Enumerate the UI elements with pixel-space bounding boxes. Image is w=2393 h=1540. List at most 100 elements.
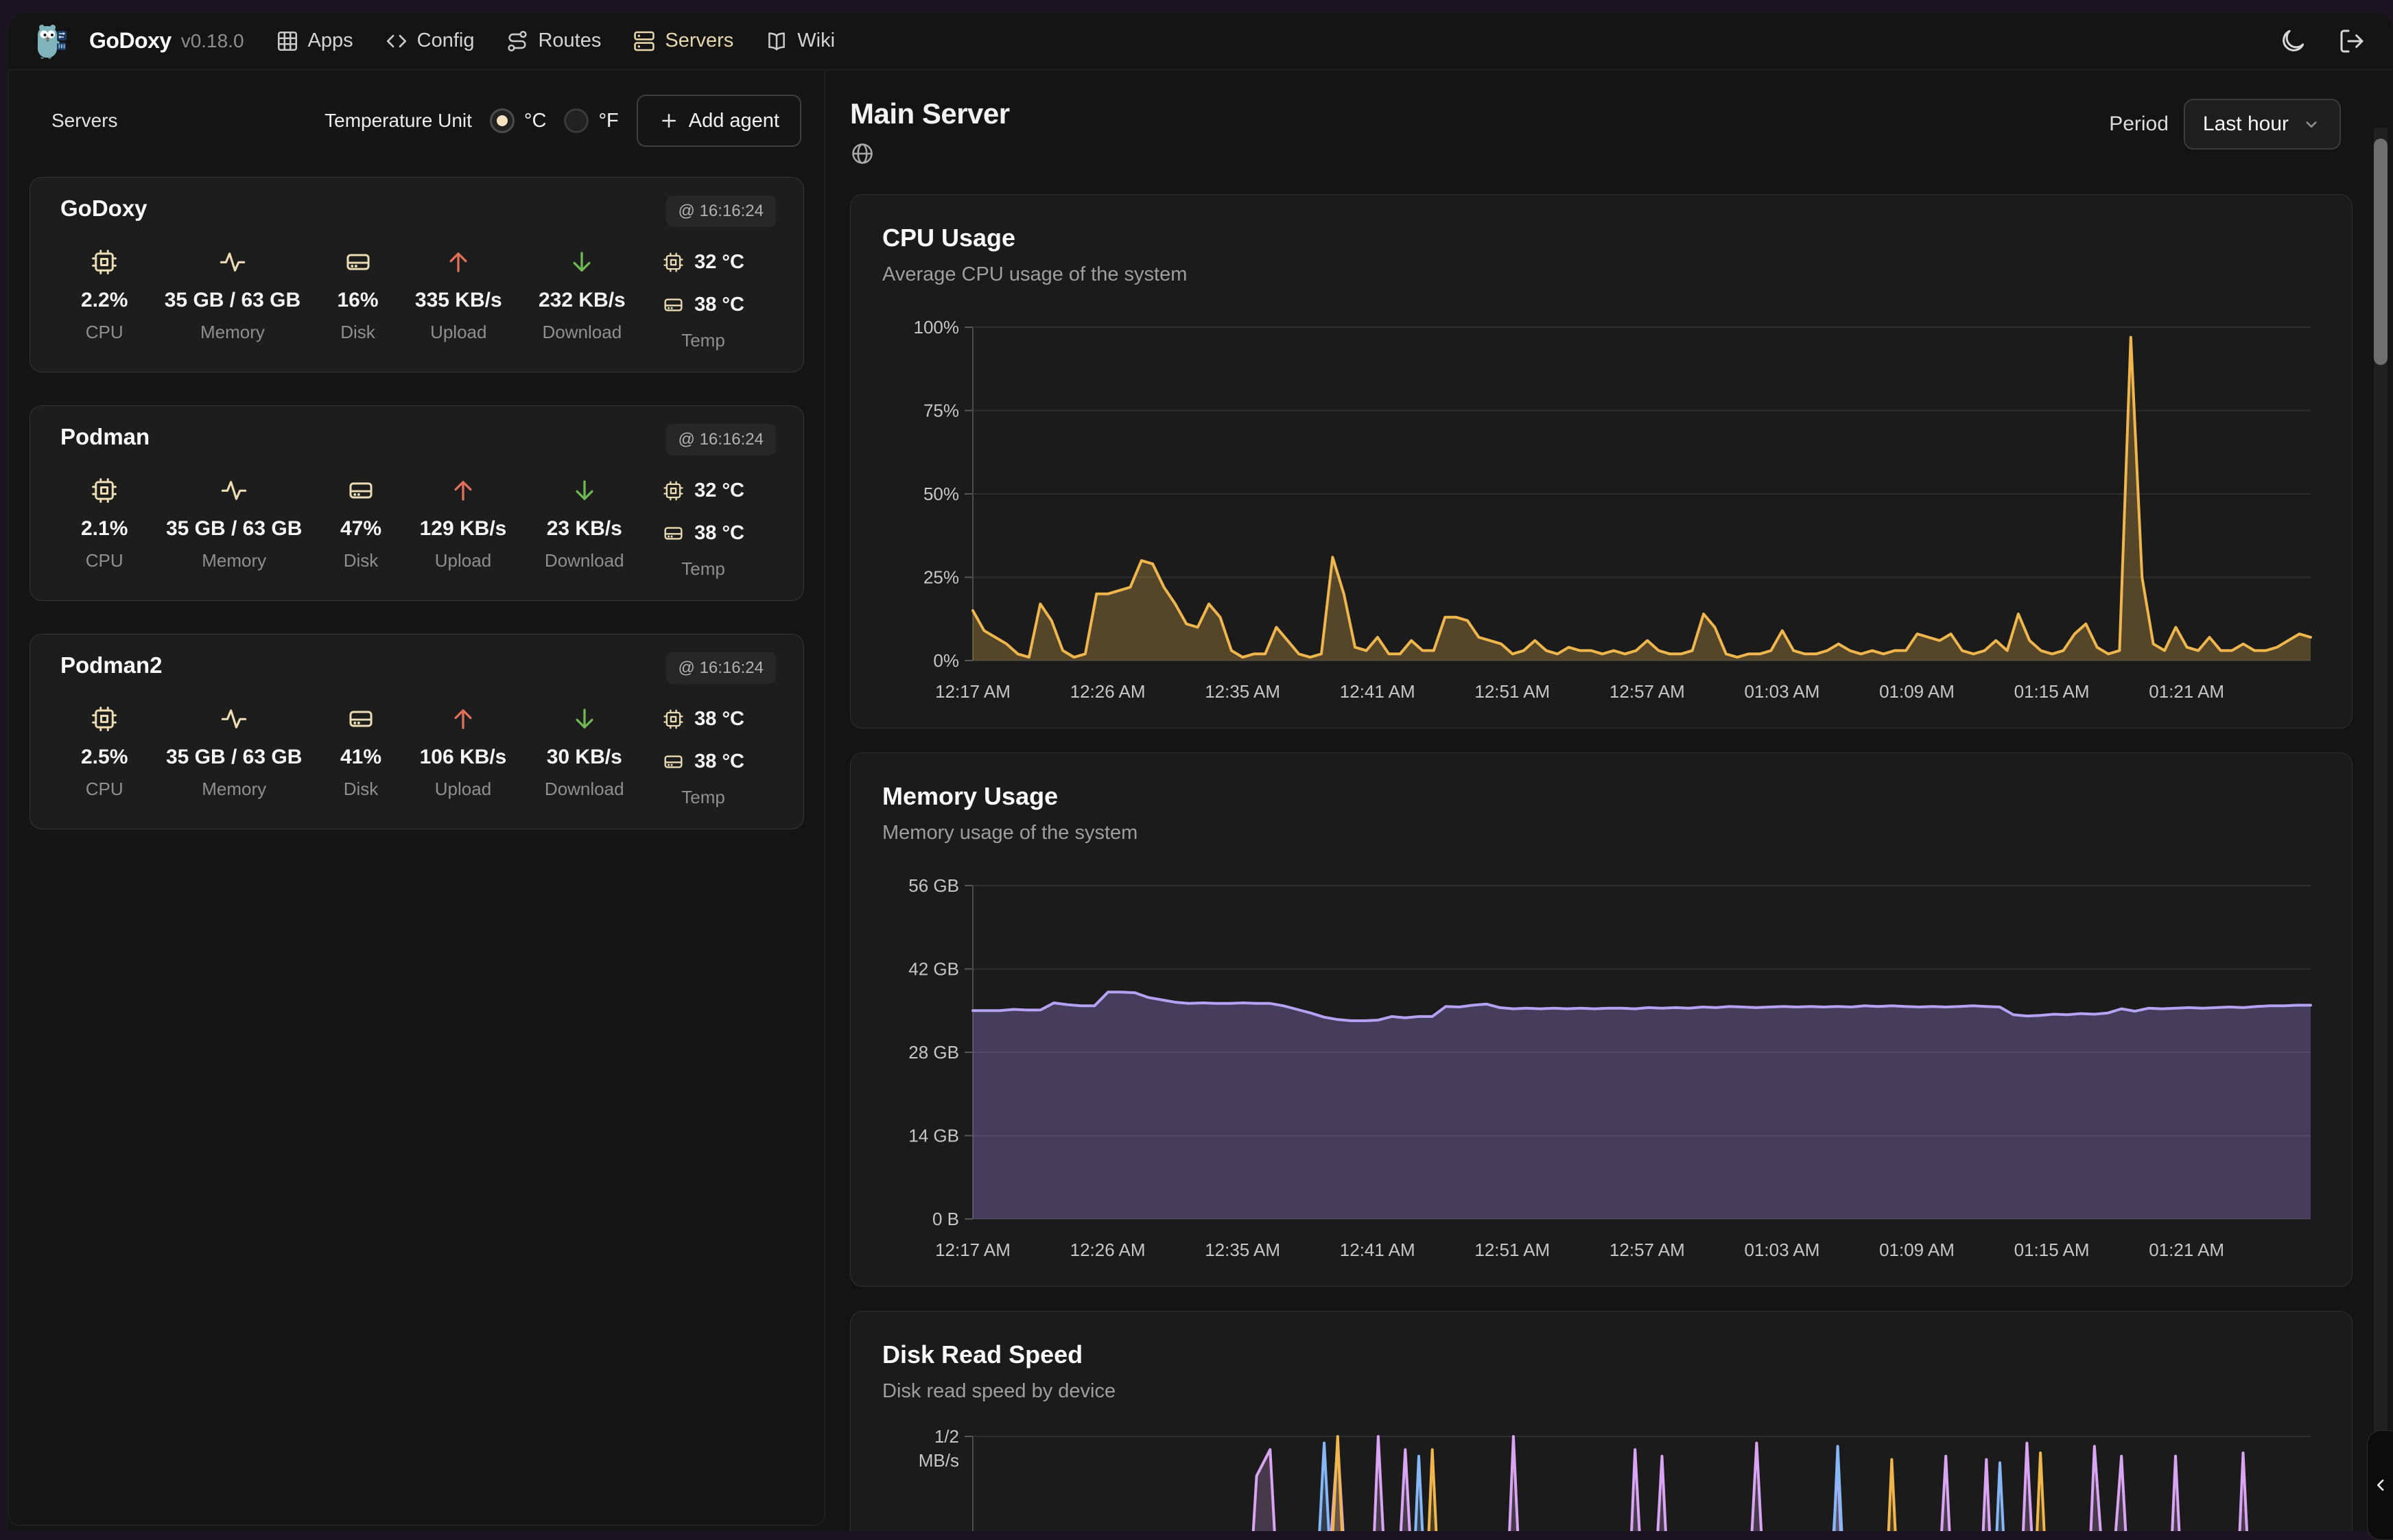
- svg-text:14 GB: 14 GB: [908, 1126, 959, 1146]
- nav-item-label: Config: [417, 29, 475, 52]
- cpu-chip-icon: [90, 246, 119, 278]
- stat-download: 30 KB/s Download: [545, 703, 624, 808]
- cpu-chip-icon: [662, 251, 685, 274]
- stat-disk: 16% Disk: [338, 246, 379, 351]
- svg-text:MB/s: MB/s: [919, 1450, 959, 1471]
- server-timestamp-badge: @ 16:16:24: [666, 196, 776, 227]
- arrow-up-icon: [449, 475, 478, 506]
- chart-subtitle: Average CPU usage of the system: [882, 263, 2322, 286]
- svg-text:01:21 AM: 01:21 AM: [2149, 681, 2224, 702]
- memory-usage-chart: 56 GB42 GB28 GB14 GB0 B12:17 AM12:26 AM1…: [882, 861, 2322, 1286]
- hard-drive-icon: [346, 475, 375, 506]
- svg-text:12:26 AM: 12:26 AM: [1070, 1240, 1146, 1260]
- disk-read-speed-card: Disk Read Speed Disk read speed by devic…: [850, 1311, 2353, 1531]
- stat-temperature: 32 °C 38 °C Temp: [662, 475, 744, 580]
- app-window: GoDoxy v0.18.0 Apps Config Routes Server…: [8, 12, 2393, 1531]
- radio-selected-dot[interactable]: [490, 108, 515, 133]
- server-name: GoDoxy: [58, 196, 148, 222]
- svg-text:56 GB: 56 GB: [908, 875, 959, 896]
- sidebar-title: Servers: [51, 110, 117, 132]
- svg-text:50%: 50%: [923, 484, 959, 504]
- svg-text:12:17 AM: 12:17 AM: [935, 681, 1011, 702]
- svg-text:12:35 AM: 12:35 AM: [1205, 681, 1280, 702]
- server-card-godoxy[interactable]: GoDoxy @ 16:16:24 2.2% CPU 35 GB / 63 GB…: [30, 177, 804, 372]
- arrow-up-icon: [444, 246, 473, 278]
- svg-text:12:51 AM: 12:51 AM: [1474, 1240, 1550, 1260]
- servers-icon: [633, 29, 656, 53]
- cpu-usage-chart: 100% 75% 50% 25% 0% 12:17 AM 12:26 AM 12:35 AM 1…: [882, 303, 2322, 728]
- svg-text:75%: 75%: [923, 401, 959, 421]
- plus-icon: [659, 110, 679, 131]
- stat-cpu: 2.1% CPU: [81, 475, 128, 580]
- nav-item-apps[interactable]: Apps: [276, 29, 353, 53]
- svg-text:0 B: 0 B: [932, 1209, 959, 1229]
- svg-text:1/2: 1/2: [934, 1426, 959, 1447]
- svg-text:12:51 AM: 12:51 AM: [1474, 681, 1550, 702]
- svg-text:01:09 AM: 01:09 AM: [1879, 1240, 1955, 1260]
- svg-text:42 GB: 42 GB: [908, 959, 959, 980]
- svg-text:01:09 AM: 01:09 AM: [1879, 681, 1955, 702]
- server-timestamp-badge: @ 16:16:24: [666, 424, 776, 455]
- server-card-podman2[interactable]: Podman2 @ 16:16:24 2.5% CPU 35 GB / 63 G…: [30, 634, 804, 829]
- hard-drive-icon: [346, 703, 375, 735]
- svg-text:25%: 25%: [923, 567, 959, 588]
- app-version: v0.18.0: [181, 30, 244, 52]
- side-drawer-handle[interactable]: [2367, 1430, 2393, 1540]
- server-name: Podman2: [58, 652, 163, 678]
- stat-temperature: 32 °C 38 °C Temp: [662, 246, 744, 351]
- period-select[interactable]: Last hour: [2184, 99, 2341, 150]
- logout-icon[interactable]: [2338, 27, 2366, 55]
- svg-text:100%: 100%: [914, 317, 960, 337]
- server-name: Podman: [58, 424, 150, 450]
- svg-text:12:17 AM: 12:17 AM: [935, 1240, 1011, 1260]
- svg-text:12:41 AM: 12:41 AM: [1340, 681, 1415, 702]
- cpu-chip-icon: [90, 475, 119, 506]
- hard-drive-icon: [662, 294, 685, 316]
- stat-memory: 35 GB / 63 GB Memory: [165, 246, 300, 351]
- unit-celsius-radio[interactable]: °C: [490, 108, 547, 133]
- godoxy-logo: [36, 22, 78, 60]
- cpu-chip-icon: [662, 479, 685, 502]
- nav-item-label: Apps: [308, 29, 353, 52]
- chart-title: CPU Usage: [882, 224, 2322, 252]
- cpu-chip-icon: [662, 708, 685, 731]
- svg-text:01:03 AM: 01:03 AM: [1745, 1240, 1820, 1260]
- nav-item-label: Wiki: [797, 29, 835, 52]
- svg-text:01:03 AM: 01:03 AM: [1745, 681, 1820, 702]
- svg-text:01:15 AM: 01:15 AM: [2014, 681, 2090, 702]
- unit-fahrenheit-radio[interactable]: °F: [564, 108, 618, 133]
- arrow-down-icon: [570, 475, 599, 506]
- nav-item-label: Servers: [665, 29, 733, 52]
- stat-download: 23 KB/s Download: [545, 475, 624, 580]
- radio-unselected[interactable]: [564, 108, 589, 133]
- chart-subtitle: Disk read speed by device: [882, 1380, 2322, 1403]
- nav-item-routes[interactable]: Routes: [506, 29, 601, 53]
- scrollbar-track[interactable]: [2374, 128, 2388, 1531]
- svg-text:12:57 AM: 12:57 AM: [1610, 681, 1685, 702]
- arrow-down-icon: [570, 703, 599, 735]
- nav-item-config[interactable]: Config: [385, 29, 475, 53]
- scrollbar-thumb[interactable]: [2374, 139, 2388, 365]
- theme-toggle-moon-icon[interactable]: [2279, 27, 2307, 55]
- nav-item-wiki[interactable]: Wiki: [765, 29, 835, 53]
- servers-sidebar: Servers Temperature Unit °C °F Add agent: [8, 70, 825, 1526]
- stat-temperature: 38 °C 38 °C Temp: [662, 703, 744, 808]
- hard-drive-icon: [662, 750, 685, 773]
- grid-icon: [276, 29, 299, 53]
- period-label: Period: [2109, 112, 2169, 136]
- add-agent-button[interactable]: Add agent: [637, 95, 801, 147]
- globe-icon: [850, 141, 875, 166]
- hard-drive-icon: [662, 522, 685, 545]
- stat-cpu: 2.5% CPU: [81, 703, 128, 808]
- svg-text:12:26 AM: 12:26 AM: [1070, 681, 1146, 702]
- nav-item-servers[interactable]: Servers: [633, 29, 733, 53]
- nav-item-label: Routes: [538, 29, 601, 52]
- svg-text:0%: 0%: [933, 650, 959, 671]
- stat-memory: 35 GB / 63 GB Memory: [166, 475, 302, 580]
- stat-download: 232 KB/s Download: [539, 246, 626, 351]
- activity-icon: [220, 475, 248, 506]
- arrow-up-icon: [449, 703, 478, 735]
- chart-title: Disk Read Speed: [882, 1340, 2322, 1369]
- memory-usage-card: Memory Usage Memory usage of the system …: [850, 753, 2353, 1287]
- server-card-podman[interactable]: Podman @ 16:16:24 2.1% CPU 35 GB / 63 GB…: [30, 405, 804, 601]
